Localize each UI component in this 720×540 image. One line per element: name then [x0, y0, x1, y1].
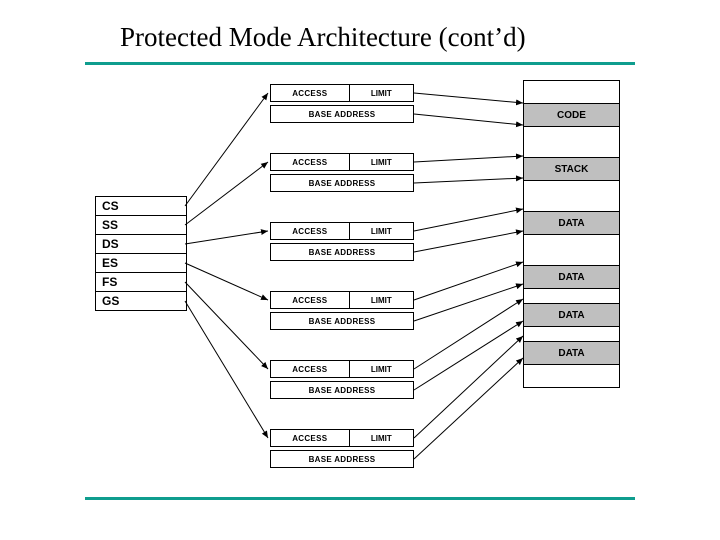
desc-base-label: BASE ADDRESS	[270, 105, 414, 123]
mem-gap	[524, 127, 619, 158]
mem-gap	[524, 327, 619, 342]
slide-title: Protected Mode Architecture (cont’d)	[120, 22, 526, 53]
mem-data-3: DATA	[524, 304, 619, 327]
reg-cs: CS	[96, 197, 186, 216]
desc-base-label: BASE ADDRESS	[270, 174, 414, 192]
desc-base-label: BASE ADDRESS	[270, 450, 414, 468]
segment-register-table: CS SS DS ES FS GS	[95, 196, 187, 311]
reg-ds: DS	[96, 235, 186, 254]
reg-ss: SS	[96, 216, 186, 235]
desc-access-label: ACCESS	[271, 223, 350, 239]
desc-limit-label: LIMIT	[350, 154, 413, 170]
mem-gap	[524, 81, 619, 104]
mem-gap	[524, 365, 619, 387]
desc-limit-label: LIMIT	[350, 430, 413, 446]
descriptor-gs: ACCESS LIMIT BASE ADDRESS	[270, 429, 412, 468]
mem-data-4: DATA	[524, 342, 619, 365]
mem-code: CODE	[524, 104, 619, 127]
descriptor-ss: ACCESS LIMIT BASE ADDRESS	[270, 153, 412, 192]
descriptor-es: ACCESS LIMIT BASE ADDRESS	[270, 291, 412, 330]
mem-gap	[524, 235, 619, 266]
desc-limit-label: LIMIT	[350, 361, 413, 377]
desc-access-label: ACCESS	[271, 154, 350, 170]
desc-base-label: BASE ADDRESS	[270, 381, 414, 399]
reg-fs: FS	[96, 273, 186, 292]
desc-base-label: BASE ADDRESS	[270, 243, 414, 261]
desc-limit-label: LIMIT	[350, 85, 413, 101]
descriptor-fs: ACCESS LIMIT BASE ADDRESS	[270, 360, 412, 399]
diagram-area: CS SS DS ES FS GS ACCESS LIMIT BASE ADDR…	[95, 80, 620, 500]
desc-access-label: ACCESS	[271, 292, 350, 308]
mem-gap	[524, 289, 619, 304]
reg-es: ES	[96, 254, 186, 273]
desc-access-label: ACCESS	[271, 361, 350, 377]
desc-access-label: ACCESS	[271, 430, 350, 446]
desc-limit-label: LIMIT	[350, 292, 413, 308]
mem-data-1: DATA	[524, 212, 619, 235]
desc-access-label: ACCESS	[271, 85, 350, 101]
mem-stack: STACK	[524, 158, 619, 181]
divider-top	[85, 62, 635, 65]
mem-data-2: DATA	[524, 266, 619, 289]
desc-base-label: BASE ADDRESS	[270, 312, 414, 330]
descriptor-cs: ACCESS LIMIT BASE ADDRESS	[270, 84, 412, 123]
descriptor-ds: ACCESS LIMIT BASE ADDRESS	[270, 222, 412, 261]
memory-column: CODE STACK DATA DATA DATA DATA	[523, 80, 620, 388]
desc-limit-label: LIMIT	[350, 223, 413, 239]
mem-gap	[524, 181, 619, 212]
reg-gs: GS	[96, 292, 186, 310]
